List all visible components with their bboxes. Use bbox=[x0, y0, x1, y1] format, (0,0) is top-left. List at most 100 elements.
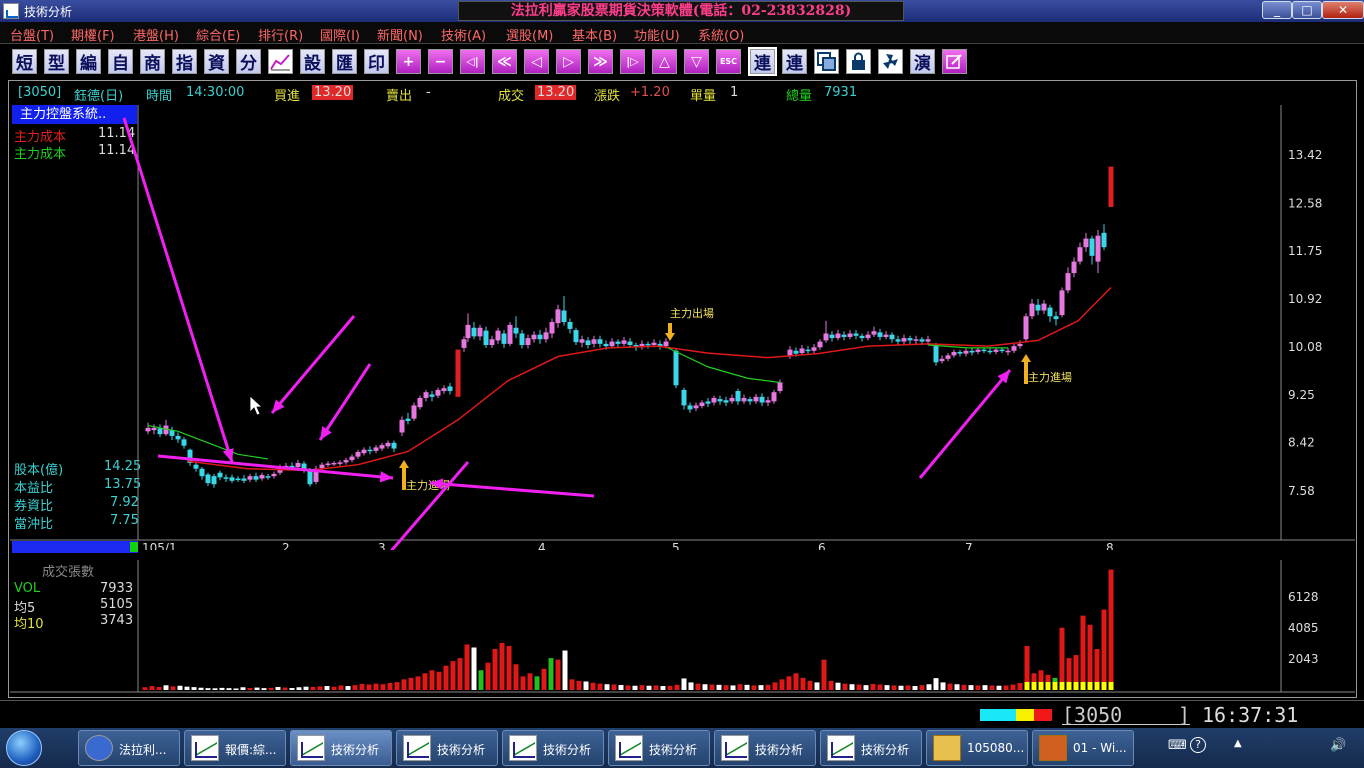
candle-body bbox=[999, 349, 1005, 352]
link-button[interactable]: 連 bbox=[748, 47, 777, 76]
candle-body bbox=[705, 401, 711, 404]
menu-composite[interactable]: 綜合(E) bbox=[196, 25, 240, 44]
task-tech-5[interactable]: 技術分析 bbox=[714, 730, 816, 766]
candle-body bbox=[811, 347, 817, 351]
task-tech-6[interactable]: 技術分析 bbox=[820, 730, 922, 766]
candle-body bbox=[1077, 247, 1083, 262]
menu-functions[interactable]: 功能(U) bbox=[634, 25, 680, 44]
candle-body bbox=[681, 389, 687, 406]
volume-bar bbox=[604, 684, 610, 690]
task-tech-4[interactable]: 技術分析 bbox=[608, 730, 710, 766]
menu-hk[interactable]: 港盤(H) bbox=[133, 25, 179, 44]
minimize-button[interactable]: _ bbox=[1262, 1, 1292, 19]
print-button[interactable]: 印 bbox=[364, 49, 389, 74]
edit-pen-icon[interactable] bbox=[942, 49, 967, 74]
settings-button[interactable]: 設 bbox=[300, 49, 325, 74]
volume-chart[interactable]: 6128 4085 2043 bbox=[8, 558, 1357, 698]
candle-body bbox=[1023, 316, 1029, 340]
vol-y-tick-label: 2043 bbox=[1288, 652, 1319, 666]
price-chart[interactable]: 13.42 12.58 11.75 10.92 10.08 9.25 8.42 7.58 105… bbox=[8, 80, 1357, 550]
edit-button[interactable]: 編 bbox=[76, 49, 101, 74]
vol-y-tick-label: 4085 bbox=[1288, 621, 1319, 635]
candle-body bbox=[229, 477, 235, 481]
custom-button[interactable]: 自 bbox=[108, 49, 133, 74]
candle-body bbox=[673, 350, 679, 386]
volume-bar bbox=[184, 686, 190, 690]
first-button[interactable]: ◁| bbox=[460, 49, 485, 74]
link2-button[interactable]: 連 bbox=[782, 49, 807, 74]
candle-body bbox=[471, 327, 477, 337]
volume-bar bbox=[247, 688, 253, 690]
menu-taiwan[interactable]: 台盤(T) bbox=[10, 25, 54, 44]
menu-international[interactable]: 國際(I) bbox=[320, 25, 360, 44]
menu-news[interactable]: 新聞(N) bbox=[377, 25, 423, 44]
menu-options[interactable]: 期權(F) bbox=[71, 25, 115, 44]
menu-ranking[interactable]: 排行(R) bbox=[258, 25, 303, 44]
up-button[interactable]: △ bbox=[652, 49, 677, 74]
volume-bar bbox=[590, 682, 596, 690]
candle-body bbox=[805, 349, 811, 352]
candle-body bbox=[391, 442, 397, 449]
pointer-arrowhead bbox=[320, 426, 332, 440]
candle-body bbox=[367, 449, 373, 452]
task-tech-1[interactable]: 技術分析 bbox=[290, 730, 392, 766]
lock-icon[interactable] bbox=[846, 49, 871, 74]
volume-bar bbox=[394, 682, 400, 690]
menu-technical[interactable]: 技術(A) bbox=[441, 25, 486, 44]
volume-bar bbox=[919, 685, 925, 690]
pattern-button[interactable]: 型 bbox=[44, 49, 69, 74]
zoom-out-button[interactable]: − bbox=[428, 49, 453, 74]
task-tech-3[interactable]: 技術分析 bbox=[502, 730, 604, 766]
data-button[interactable]: 資 bbox=[204, 49, 229, 74]
tray-expand-icon[interactable]: ▲ bbox=[1234, 738, 1242, 749]
split-button[interactable]: 分 bbox=[236, 49, 261, 74]
keyboard-icon[interactable]: ⌨ bbox=[1168, 738, 1187, 753]
demo-button[interactable]: 演 bbox=[910, 49, 935, 74]
down-button[interactable]: ▽ bbox=[684, 49, 709, 74]
chart-type-icon[interactable] bbox=[268, 49, 293, 74]
esc-button[interactable]: ESC bbox=[716, 49, 741, 74]
menu-system[interactable]: 系統(O) bbox=[698, 25, 744, 44]
volume-bar bbox=[366, 684, 372, 690]
stock-code-input[interactable]: [3050] bbox=[1062, 703, 1190, 727]
volume-bar bbox=[611, 684, 617, 690]
candle-body bbox=[461, 339, 467, 348]
last-button[interactable]: |▷ bbox=[620, 49, 645, 74]
task-folder[interactable]: 105080... bbox=[926, 730, 1028, 766]
candle-body bbox=[859, 335, 865, 339]
start-button[interactable] bbox=[6, 730, 42, 766]
candle-body bbox=[1053, 316, 1059, 320]
candle-body bbox=[687, 405, 693, 410]
volume-bar bbox=[632, 685, 638, 690]
task-windows-app[interactable]: 01 - Wi... bbox=[1032, 730, 1134, 766]
zoom-in-button[interactable]: + bbox=[396, 49, 421, 74]
menu-fundamental[interactable]: 基本(B) bbox=[572, 25, 617, 44]
back-button[interactable]: ◁ bbox=[524, 49, 549, 74]
window-tile-icon[interactable] bbox=[814, 49, 839, 74]
candle-body bbox=[823, 333, 829, 341]
forward-button[interactable]: ▷ bbox=[556, 49, 581, 74]
candle-body bbox=[379, 445, 385, 449]
task-quote[interactable]: 報價:綜... bbox=[184, 730, 286, 766]
fan-icon[interactable] bbox=[878, 49, 903, 74]
symbol-button[interactable]: 商 bbox=[140, 49, 165, 74]
volume-bar bbox=[639, 685, 645, 690]
candle-body bbox=[771, 392, 777, 402]
indicator-button[interactable]: 指 bbox=[172, 49, 197, 74]
close-button[interactable]: ✕ bbox=[1322, 1, 1364, 19]
export-button[interactable]: 匯 bbox=[332, 49, 357, 74]
short-button[interactable]: 短 bbox=[12, 49, 37, 74]
task-ferrari[interactable]: 法拉利... bbox=[78, 730, 180, 766]
menu-screener[interactable]: 選股(M) bbox=[506, 25, 553, 44]
volume-bar bbox=[765, 684, 771, 690]
task-tech-2[interactable]: 技術分析 bbox=[396, 730, 498, 766]
candle-body bbox=[945, 355, 951, 359]
candle-body bbox=[175, 435, 181, 440]
fast-back-button[interactable]: ≪ bbox=[492, 49, 517, 74]
volume-icon[interactable]: 🔊 bbox=[1330, 738, 1346, 753]
help-icon[interactable]: ? bbox=[1190, 737, 1206, 753]
candle-body bbox=[939, 358, 945, 362]
fast-forward-button[interactable]: ≫ bbox=[588, 49, 613, 74]
maximize-button[interactable]: □ bbox=[1292, 1, 1322, 19]
volume-bar bbox=[786, 676, 792, 690]
